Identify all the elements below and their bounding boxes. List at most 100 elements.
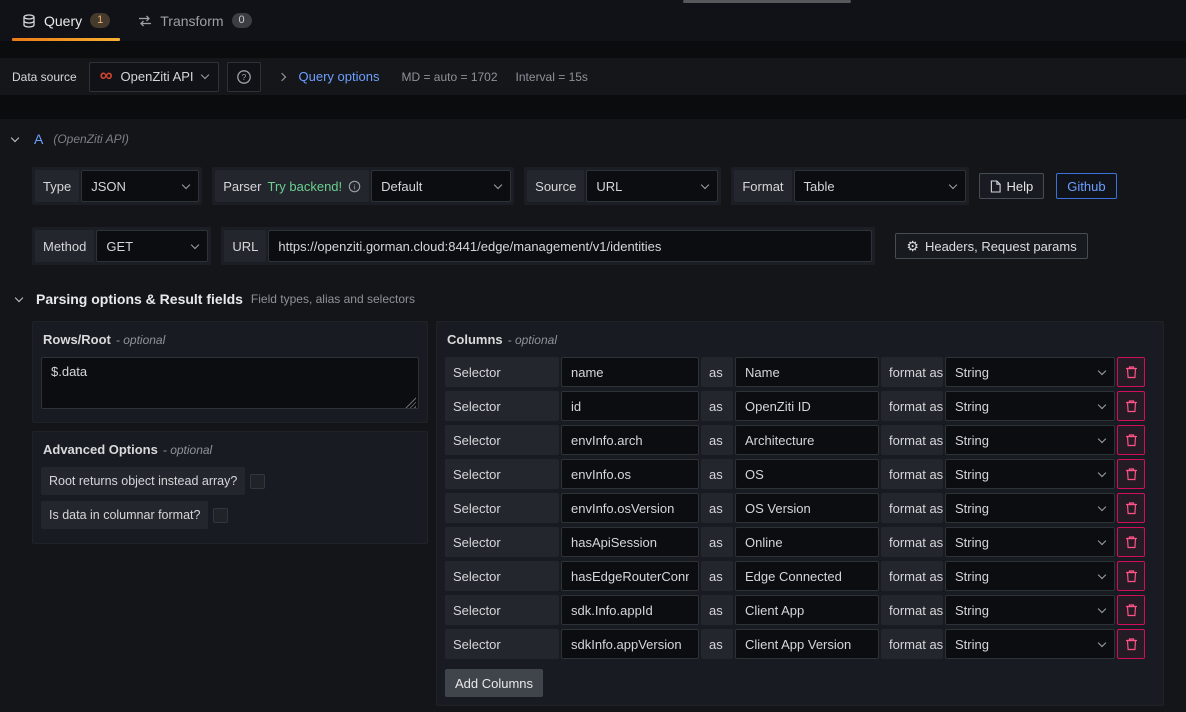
url-field-group: URL — [221, 227, 875, 265]
as-label: as — [701, 459, 733, 489]
column-row: Selector as format as String — [445, 595, 1155, 625]
delete-column-button[interactable] — [1117, 561, 1145, 591]
rows-root-panel: Rows/Root- optional $.data — [32, 321, 428, 423]
columns-title: Columns- optional — [447, 332, 1155, 347]
parser-select[interactable]: Default — [371, 170, 511, 202]
advanced-options-title: Advanced Options- optional — [43, 442, 419, 457]
format-as-label: format as — [881, 425, 943, 455]
column-row: Selector as format as String — [445, 527, 1155, 557]
column-format-select[interactable]: String — [945, 357, 1115, 387]
columnar-format-checkbox[interactable] — [213, 508, 228, 523]
alias-input[interactable] — [735, 357, 879, 387]
column-format-select[interactable]: String — [945, 629, 1115, 659]
column-format-value: String — [955, 467, 989, 482]
type-select-value: JSON — [91, 179, 126, 194]
selector-input[interactable] — [561, 425, 699, 455]
parser-label: Parser Try backend! i — [215, 170, 369, 202]
selector-label: Selector — [445, 459, 559, 489]
datasource-picker[interactable]: ∞ OpenZiti API — [89, 62, 219, 92]
alias-input[interactable] — [735, 595, 879, 625]
trash-icon — [1125, 399, 1138, 413]
url-label: URL — [224, 230, 266, 262]
add-columns-button[interactable]: Add Columns — [445, 669, 543, 697]
parsing-section-header[interactable]: Parsing options & Result fields Field ty… — [16, 291, 1186, 307]
column-format-select[interactable]: String — [945, 493, 1115, 523]
column-format-select[interactable]: String — [945, 595, 1115, 625]
delete-column-button[interactable] — [1117, 629, 1145, 659]
source-select[interactable]: URL — [586, 170, 718, 202]
as-label: as — [701, 391, 733, 421]
alias-input[interactable] — [735, 425, 879, 455]
alias-input[interactable] — [735, 527, 879, 557]
url-input[interactable] — [268, 230, 872, 262]
selector-input[interactable] — [561, 493, 699, 523]
format-as-label: format as — [881, 561, 943, 591]
svg-text:?: ? — [241, 72, 246, 82]
alias-input[interactable] — [735, 459, 879, 489]
query-options-row: Type JSON Parser Try backend! i Default — [32, 167, 1096, 205]
selector-label: Selector — [445, 629, 559, 659]
alias-input[interactable] — [735, 629, 879, 659]
column-row: Selector as format as String — [445, 459, 1155, 489]
gear-icon: ⚙ — [906, 239, 919, 253]
selector-label: Selector — [445, 425, 559, 455]
chevron-down-icon — [1098, 400, 1106, 408]
collapse-query-chevron-icon[interactable] — [11, 133, 19, 141]
query-datasource-hint: (OpenZiti API) — [53, 132, 129, 146]
query-options-toggle[interactable]: Query options — [299, 69, 380, 84]
chevron-down-icon — [701, 180, 709, 188]
as-label: as — [701, 357, 733, 387]
headers-request-params-button[interactable]: ⚙ Headers, Request params — [895, 233, 1087, 259]
format-select[interactable]: Table — [794, 170, 966, 202]
selector-label: Selector — [445, 561, 559, 591]
help-button[interactable]: Help — [979, 173, 1045, 199]
datasource-help-button[interactable]: ? — [227, 62, 261, 92]
max-data-points-text: MD = auto = 1702 — [401, 70, 497, 84]
root-returns-object-checkbox[interactable] — [250, 474, 265, 489]
delete-column-button[interactable] — [1117, 391, 1145, 421]
method-select[interactable]: GET — [96, 230, 208, 262]
column-format-value: String — [955, 433, 989, 448]
column-format-select[interactable]: String — [945, 391, 1115, 421]
delete-column-button[interactable] — [1117, 527, 1145, 557]
as-label: as — [701, 425, 733, 455]
delete-column-button[interactable] — [1117, 493, 1145, 523]
selector-input[interactable] — [561, 527, 699, 557]
alias-input[interactable] — [735, 391, 879, 421]
trash-icon — [1125, 433, 1138, 447]
transform-icon — [138, 14, 152, 28]
rows-root-input[interactable]: $.data — [41, 357, 419, 409]
github-button[interactable]: Github — [1056, 173, 1116, 199]
tab-query[interactable]: Query 1 — [8, 0, 124, 41]
selector-input[interactable] — [561, 595, 699, 625]
selector-input[interactable] — [561, 391, 699, 421]
format-field-group: Format Table — [731, 167, 968, 205]
document-icon — [990, 180, 1001, 193]
alias-input[interactable] — [735, 493, 879, 523]
delete-column-button[interactable] — [1117, 357, 1145, 387]
tab-transform[interactable]: Transform 0 — [124, 0, 265, 41]
column-format-select[interactable]: String — [945, 561, 1115, 591]
alias-input[interactable] — [735, 561, 879, 591]
query-editor-body: A (OpenZiti API) Type JSON Parser Try ba… — [0, 119, 1186, 712]
selector-input[interactable] — [561, 357, 699, 387]
as-label: as — [701, 629, 733, 659]
source-select-value: URL — [596, 179, 622, 194]
as-label: as — [701, 527, 733, 557]
selector-input[interactable] — [561, 629, 699, 659]
column-format-select[interactable]: String — [945, 459, 1115, 489]
selector-input[interactable] — [561, 561, 699, 591]
selector-label: Selector — [445, 595, 559, 625]
delete-column-button[interactable] — [1117, 595, 1145, 625]
type-select[interactable]: JSON — [81, 170, 199, 202]
delete-column-button[interactable] — [1117, 425, 1145, 455]
trash-icon — [1125, 569, 1138, 583]
column-row: Selector as format as String — [445, 629, 1155, 659]
format-as-label: format as — [881, 357, 943, 387]
columns-panel: Columns- optional Selector as format as … — [436, 321, 1164, 706]
column-format-select[interactable]: String — [945, 425, 1115, 455]
delete-column-button[interactable] — [1117, 459, 1145, 489]
selector-input[interactable] — [561, 459, 699, 489]
chevron-down-icon — [191, 240, 199, 248]
column-format-select[interactable]: String — [945, 527, 1115, 557]
